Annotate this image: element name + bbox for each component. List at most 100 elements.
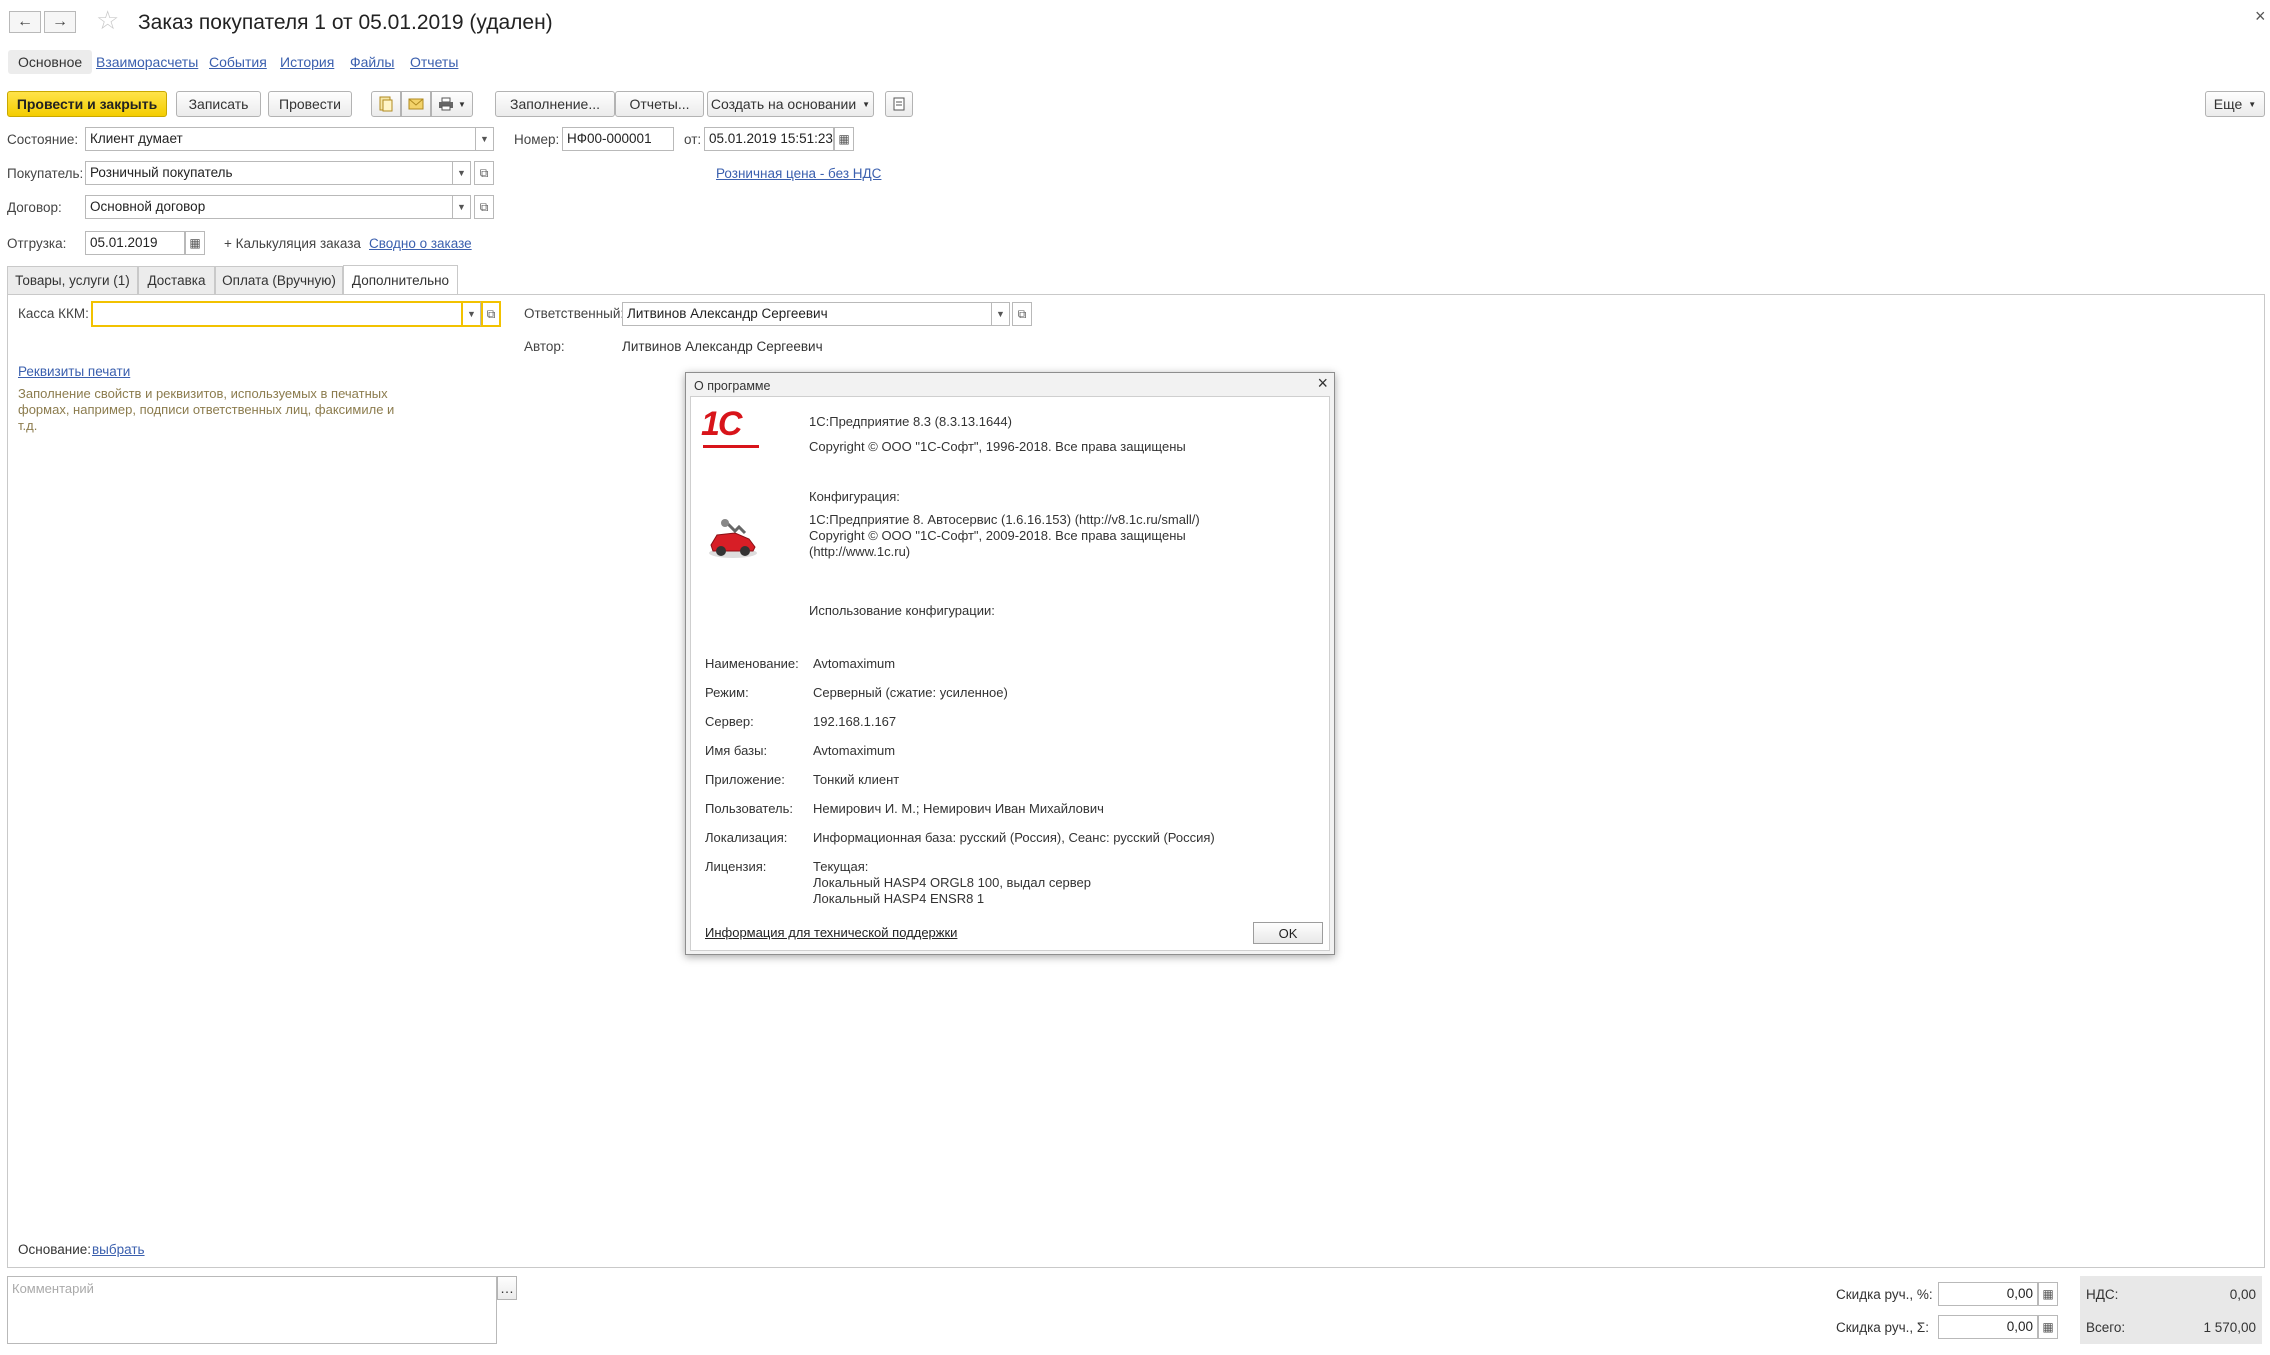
state-label: Состояние: (7, 132, 79, 147)
state-field[interactable]: Клиент думает (85, 127, 476, 151)
tab-additional[interactable]: Дополнительно (343, 265, 458, 295)
fill-button[interactable]: Заполнение... (495, 91, 615, 117)
config-url: (http://www.1c.ru) (809, 544, 911, 559)
kkm-dropdown[interactable]: ▼ (463, 301, 481, 327)
dialog-body: 1С 1С:Предприятие 8.3 (8.3.13.1644) Copy… (690, 396, 1330, 951)
discount-pct-field[interactable]: 0,00 (1938, 1282, 2038, 1306)
basis-select-link[interactable]: выбрать (92, 1242, 145, 1257)
email-button[interactable] (401, 91, 431, 117)
print-details-hint: Заполнение свойств и реквизитов, использ… (18, 386, 395, 433)
close-icon[interactable]: × (2255, 6, 2266, 27)
discount-pct-calc-button[interactable]: ▦ (2038, 1282, 2058, 1306)
usage-heading: Использование конфигурации: (809, 603, 995, 618)
tab-reports[interactable]: Отчеты (410, 54, 458, 70)
envelope-icon (408, 98, 424, 110)
printer-icon (439, 97, 454, 111)
open-icon: ⧉ (486, 306, 496, 321)
order-summary-link[interactable]: Сводно о заказе (369, 236, 472, 251)
open-icon: ⧉ (1017, 306, 1027, 321)
row-value-app: Тонкий клиент (813, 772, 900, 787)
calculator-icon: ▦ (2042, 1287, 2054, 1301)
kkm-field[interactable] (91, 301, 463, 327)
discount-sum-calc-button[interactable]: ▦ (2038, 1315, 2058, 1339)
contract-open-button[interactable]: ⧉ (474, 195, 494, 219)
row-label-db: Имя базы: (705, 743, 768, 758)
responsible-field[interactable]: Литвинов Александр Сергеевич (622, 302, 992, 326)
chevron-down-icon: ▼ (457, 168, 466, 178)
vat-value: 0,00 (2229, 1287, 2256, 1302)
buyer-open-button[interactable]: ⧉ (474, 161, 494, 185)
price-type-link[interactable]: Розничная цена - без НДС (716, 166, 881, 181)
contract-dropdown[interactable]: ▼ (453, 195, 471, 219)
post-button[interactable]: Провести (268, 91, 352, 117)
row-value-locale: Информационная база: русский (Россия), С… (813, 830, 1215, 845)
kkm-label: Касса ККМ: (18, 306, 89, 321)
discount-sum-field[interactable]: 0,00 (1938, 1315, 2038, 1339)
tab-goods[interactable]: Товары, услуги (1) (7, 266, 138, 294)
comment-expand-button[interactable]: … (497, 1276, 517, 1300)
tab-history[interactable]: История (280, 54, 334, 70)
config-name: 1С:Предприятие 8. Автосервис (1.6.16.153… (809, 512, 1200, 527)
responsible-dropdown[interactable]: ▼ (992, 302, 1010, 326)
license-label: Лицензия: (705, 859, 767, 874)
create-based-on-button[interactable]: Создать на основании ▼ (707, 91, 874, 117)
structure-button[interactable] (885, 91, 913, 117)
more-button[interactable]: Еще ▼ (2205, 91, 2265, 117)
order-calculation-toggle[interactable]: + Калькуляция заказа (224, 236, 361, 251)
tab-events[interactable]: События (209, 54, 267, 70)
tab-files[interactable]: Файлы (350, 54, 394, 70)
vat-label: НДС: (2086, 1287, 2119, 1302)
post-and-close-button[interactable]: Провести и закрыть (7, 91, 167, 117)
1c-logo: 1С (701, 405, 742, 443)
buyer-dropdown[interactable]: ▼ (453, 161, 471, 185)
row-value-mode: Серверный (сжатие: усиленное) (813, 685, 1008, 700)
about-dialog: О программе × 1С 1С:Предприятие 8.3 (8.3… (685, 372, 1335, 955)
comment-field[interactable]: Комментарий (7, 1276, 497, 1344)
tab-payment[interactable]: Оплата (Вручную) (215, 266, 343, 294)
buyer-label: Покупатель: (7, 166, 84, 181)
calendar-icon: ▦ (838, 132, 850, 146)
total-label: Всего: (2086, 1320, 2126, 1335)
chevron-down-icon: ▼ (480, 134, 489, 144)
shipment-calendar-button[interactable]: ▦ (185, 231, 205, 255)
row-label-server: Сервер: (705, 714, 754, 729)
ok-button[interactable]: OK (1253, 922, 1323, 944)
kkm-open-button[interactable]: ⧉ (481, 301, 501, 327)
chevron-down-icon: ▼ (467, 309, 476, 319)
tab-delivery[interactable]: Доставка (138, 266, 215, 294)
platform-copyright: Copyright © ООО "1С-Софт", 1996-2018. Вс… (809, 439, 1186, 454)
reports-button[interactable]: Отчеты... (615, 91, 704, 117)
document-structure-icon (893, 97, 905, 111)
tab-settlements[interactable]: Взаиморасчеты (96, 54, 198, 70)
print-details-link[interactable]: Реквизиты печати (18, 364, 130, 379)
author-label: Автор: (524, 339, 565, 354)
calendar-button[interactable]: ▦ (834, 127, 854, 151)
row-label-locale: Локализация: (705, 830, 788, 845)
total-value: 1 570,00 (2203, 1320, 2256, 1335)
responsible-open-button[interactable]: ⧉ (1012, 302, 1032, 326)
star-icon[interactable]: ☆ (96, 5, 119, 36)
config-heading: Конфигурация: (809, 489, 900, 504)
dialog-close-icon[interactable]: × (1317, 373, 1328, 394)
contract-field[interactable]: Основной договор (85, 195, 453, 219)
support-info-link[interactable]: Информация для технической поддержки (705, 925, 957, 940)
number-field[interactable]: НФ00-000001 (562, 127, 674, 151)
documents-button[interactable] (371, 91, 401, 117)
documents-icon (379, 96, 393, 112)
date-field[interactable]: 05.01.2019 15:51:23 (704, 127, 834, 151)
back-button[interactable]: ← (9, 11, 41, 33)
from-label: от: (684, 132, 702, 147)
state-dropdown[interactable]: ▼ (476, 127, 494, 151)
forward-button[interactable]: → (44, 11, 76, 33)
buyer-field[interactable]: Розничный покупатель (85, 161, 453, 185)
save-button[interactable]: Записать (176, 91, 261, 117)
discount-pct-label: Скидка руч., %: (1836, 1287, 1933, 1302)
shipment-date-field[interactable]: 05.01.2019 (85, 231, 185, 255)
row-label-name: Наименование: (705, 656, 799, 671)
row-label-user: Пользователь: (705, 801, 793, 816)
arrow-left-icon: ← (17, 13, 33, 30)
row-value-db: Avtomaximum (813, 743, 896, 758)
print-button[interactable]: ▼ (431, 91, 473, 117)
calculator-icon: ▦ (2042, 1320, 2054, 1334)
tab-main[interactable]: Основное (8, 50, 93, 74)
